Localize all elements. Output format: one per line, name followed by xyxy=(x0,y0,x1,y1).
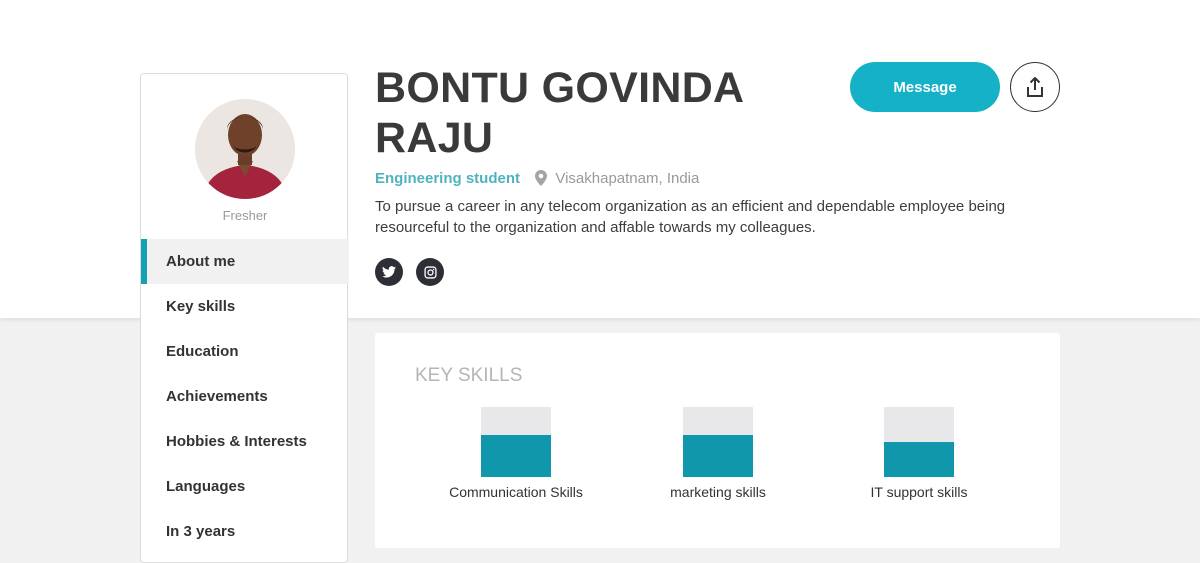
profile-meta: Engineering student Visakhapatnam, India xyxy=(375,170,699,190)
sidebar-item-in-3-years[interactable]: In 3 years xyxy=(141,509,349,554)
profile-summary: To pursue a career in any telecom organi… xyxy=(375,198,1006,236)
sidebar-nav: About me Key skills Education Achievemen… xyxy=(141,239,349,554)
skill-bar-fill xyxy=(481,435,551,477)
sidebar-item-education[interactable]: Education xyxy=(141,329,349,374)
profile-sidebar: Fresher About me Key skills Education Ac… xyxy=(140,73,349,563)
skill-bar xyxy=(683,407,753,477)
profile-headline: Engineering student xyxy=(375,170,521,187)
skill-item: marketing skills xyxy=(618,407,818,500)
profile-location: Visakhapatnam, India xyxy=(555,170,700,187)
avatar xyxy=(195,99,295,199)
skill-bar xyxy=(481,407,551,477)
profile-name: BONTU GOVINDA RAJU xyxy=(375,64,743,162)
sidebar-item-achievements[interactable]: Achievements xyxy=(141,374,349,419)
skill-item: Communication Skills xyxy=(416,407,616,500)
instagram-icon xyxy=(423,265,437,279)
instagram-link[interactable] xyxy=(416,258,444,286)
share-icon xyxy=(1027,77,1043,97)
skill-item: IT support skills xyxy=(819,407,1019,500)
key-skills-card: KEY SKILLS Communication Skills marketin… xyxy=(375,333,1060,548)
skill-bar-fill xyxy=(683,435,753,477)
sidebar-item-about-me[interactable]: About me xyxy=(141,239,349,284)
twitter-link[interactable] xyxy=(375,258,403,286)
key-skills-title: KEY SKILLS xyxy=(415,365,523,386)
location-pin-icon xyxy=(535,170,548,190)
skill-bar-fill xyxy=(884,442,954,477)
message-button[interactable]: Message xyxy=(850,62,1000,112)
skill-label: marketing skills xyxy=(670,484,766,500)
social-links xyxy=(375,258,444,286)
share-button[interactable] xyxy=(1010,62,1060,112)
avatar-photo xyxy=(195,99,295,199)
career-status: Fresher xyxy=(222,208,268,223)
sidebar-item-languages[interactable]: Languages xyxy=(141,464,349,509)
twitter-icon xyxy=(382,266,396,278)
skill-label: Communication Skills xyxy=(449,484,583,500)
sidebar-item-key-skills[interactable]: Key skills xyxy=(141,284,349,329)
sidebar-item-hobbies[interactable]: Hobbies & Interests xyxy=(141,419,349,464)
skill-label: IT support skills xyxy=(870,484,968,500)
skill-bar xyxy=(884,407,954,477)
